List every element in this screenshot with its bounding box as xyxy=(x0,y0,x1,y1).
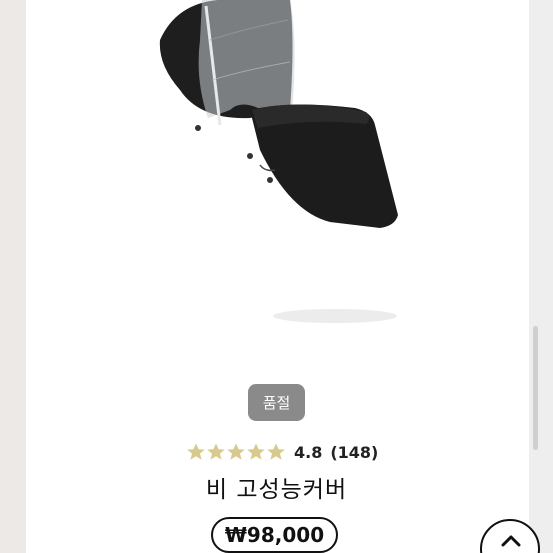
rating-value: 4.8 xyxy=(294,442,323,462)
star-icon xyxy=(247,443,265,460)
price-badge: ₩98,000 xyxy=(211,517,338,553)
star-icon xyxy=(267,443,285,460)
star-icon xyxy=(207,443,225,460)
scrollbar[interactable] xyxy=(533,326,538,450)
review-count[interactable]: (148) xyxy=(330,443,378,462)
star-icon xyxy=(227,443,245,460)
star-icon xyxy=(187,443,205,460)
sold-out-badge: 품절 xyxy=(248,384,305,421)
chevron-up-icon xyxy=(501,535,521,547)
price-value: ₩98,000 xyxy=(224,523,325,547)
image-shadow xyxy=(273,309,397,323)
rating-row: 4.8 (148) xyxy=(186,440,378,464)
product-image[interactable] xyxy=(140,0,420,340)
product-name[interactable]: 비 고성능커버 xyxy=(0,470,553,504)
sold-out-label: 품절 xyxy=(262,394,291,412)
product-page: 품절 4.8 (148) 비 고성능커버 ₩98,000 xyxy=(0,0,553,553)
